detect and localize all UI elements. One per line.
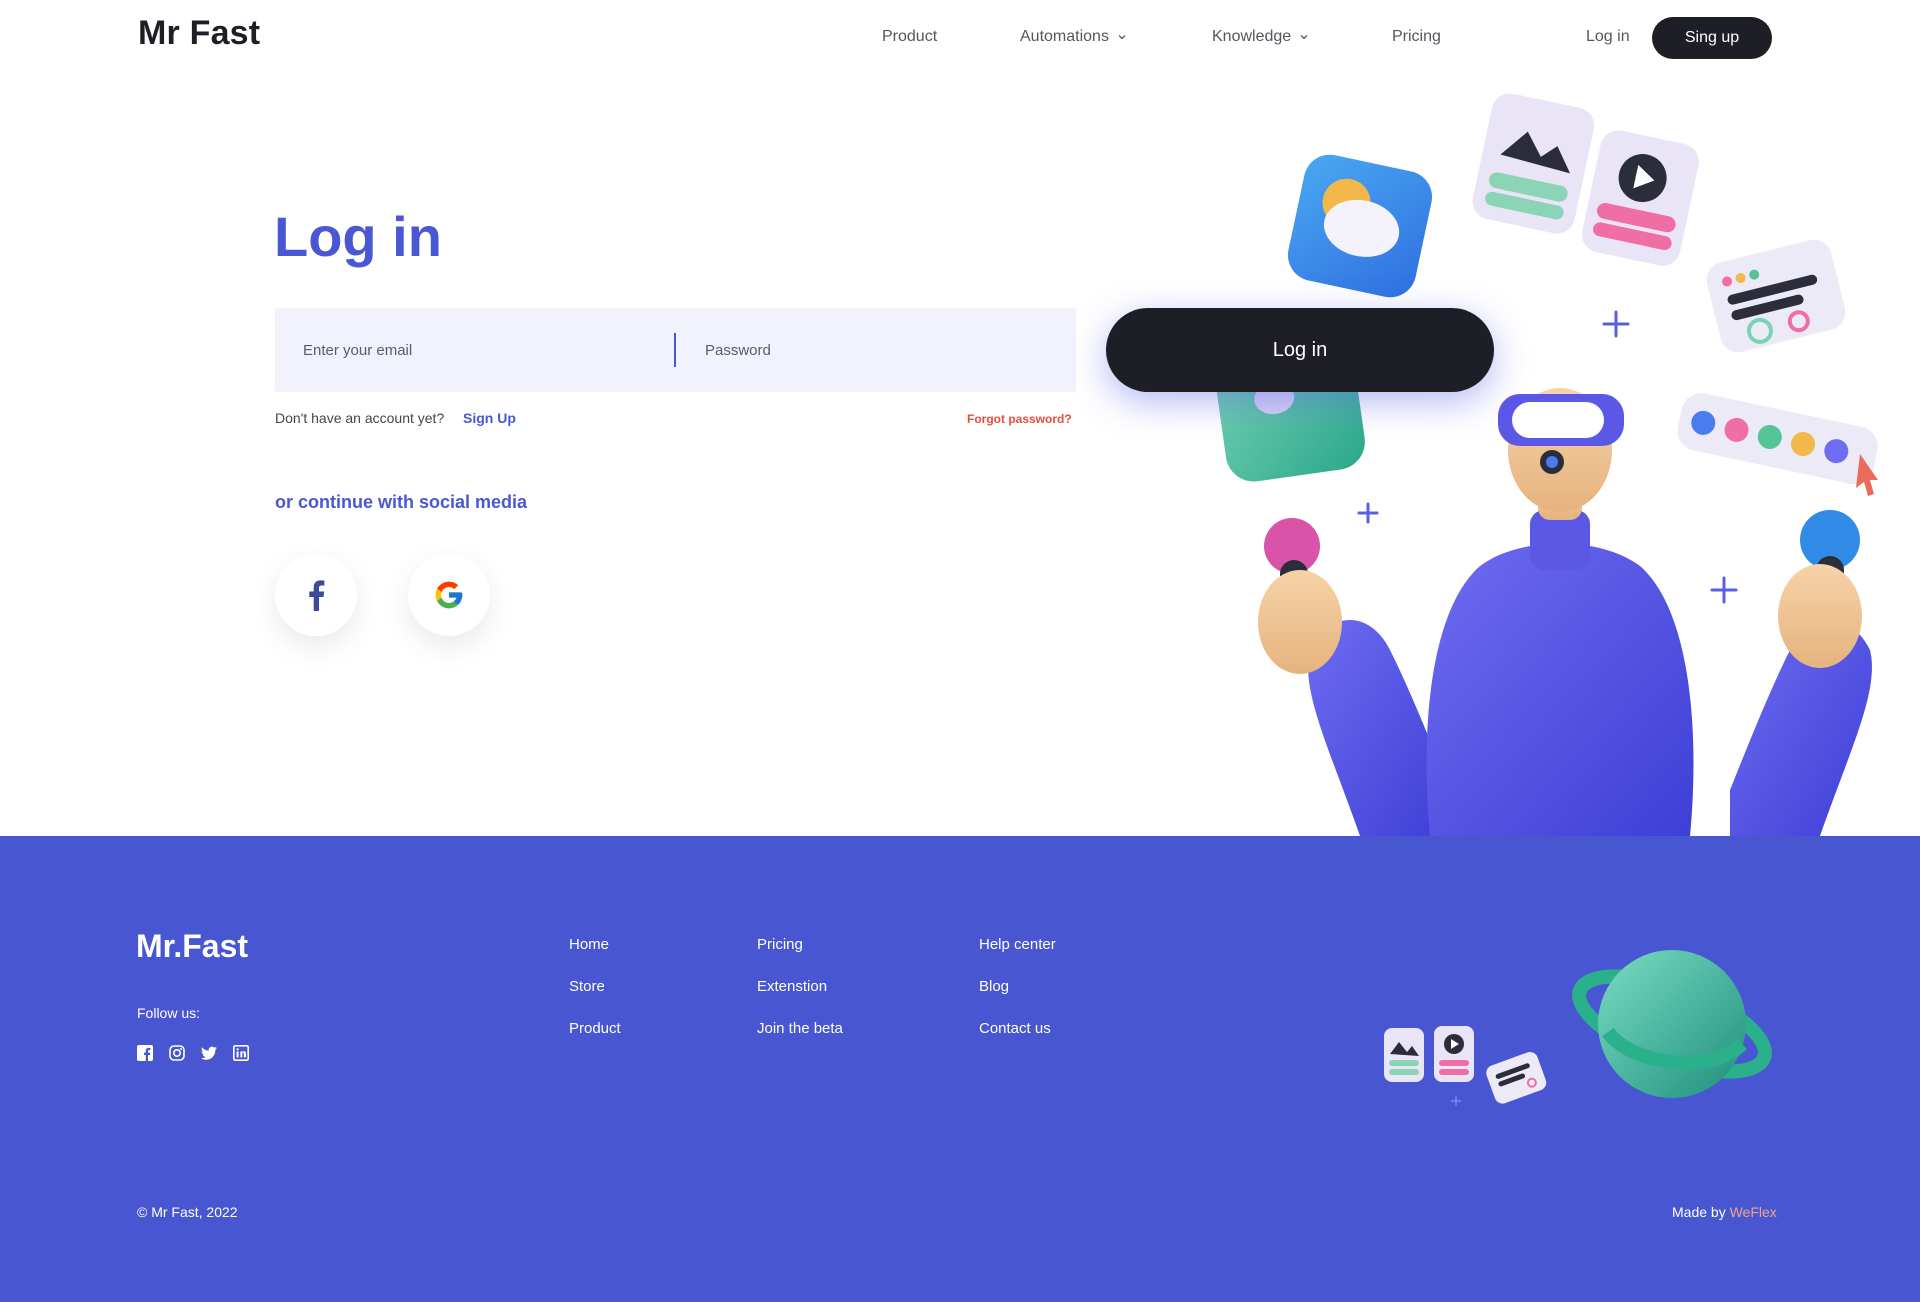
footer-link-home[interactable]: Home <box>569 936 609 953</box>
page-title: Log in <box>274 205 442 268</box>
nav-label: Pricing <box>1392 28 1441 45</box>
footer-link-blog[interactable]: Blog <box>979 978 1009 995</box>
play-card-icon <box>1434 1026 1474 1082</box>
follow-us-label: Follow us: <box>137 1005 201 1021</box>
weather-card-icon <box>1287 154 1433 298</box>
planet-icon <box>1572 950 1772 1098</box>
facebook-icon[interactable] <box>137 1045 153 1061</box>
email-input[interactable] <box>303 308 673 392</box>
footer-link-contact[interactable]: Contact us <box>979 1020 1051 1037</box>
footer-social-icons <box>137 1045 249 1061</box>
planet-illustration <box>1384 950 1772 1106</box>
color-palette-card-icon <box>1677 393 1878 485</box>
facebook-login-button[interactable] <box>275 554 357 636</box>
footer-link-extension[interactable]: Extenstion <box>757 978 827 995</box>
nav-item-knowledge[interactable]: Knowledge <box>1212 28 1309 46</box>
nav-item-automations[interactable]: Automations <box>1020 28 1127 46</box>
image-card-icon <box>1472 93 1595 234</box>
footer-logo[interactable]: Mr.Fast <box>136 928 248 965</box>
settings-card-icon <box>1706 239 1846 353</box>
image-card-icon <box>1384 1028 1424 1082</box>
google-icon <box>435 581 463 609</box>
settings-card-icon <box>1486 1052 1547 1104</box>
no-account-text: Don't have an account yet? <box>275 410 445 426</box>
made-by-credit: Made by WeFlex <box>1672 1204 1777 1220</box>
footer-link-help-center[interactable]: Help center <box>979 936 1056 953</box>
login-submit-button[interactable]: Log in <box>1106 308 1494 392</box>
site-logo[interactable]: Mr Fast <box>138 14 260 53</box>
login-form <box>275 308 1076 392</box>
site-header: Mr Fast Product Automations Knowledge Pr… <box>0 0 1920 76</box>
nav-label: Automations <box>1020 28 1109 45</box>
linkedin-icon[interactable] <box>233 1045 249 1061</box>
header-signup-button[interactable]: Sing up <box>1652 17 1772 59</box>
facebook-icon <box>309 580 325 611</box>
made-by-brand-link[interactable]: WeFlex <box>1730 1204 1777 1220</box>
site-footer: Mr.Fast Follow us: Home Store Product Pr… <box>0 836 1920 1302</box>
footer-link-product[interactable]: Product <box>569 1020 621 1037</box>
google-login-button[interactable] <box>408 554 490 636</box>
chevron-down-icon <box>1118 35 1126 40</box>
copyright-text: © Mr Fast, 2022 <box>137 1204 238 1220</box>
social-login-title: or continue with social media <box>275 492 528 512</box>
nav-item-product[interactable]: Product <box>882 28 937 46</box>
nav-item-pricing[interactable]: Pricing <box>1392 28 1441 46</box>
instagram-icon[interactable] <box>169 1045 185 1061</box>
play-card-icon <box>1581 130 1699 266</box>
vr-character-illustration <box>1215 93 1878 836</box>
header-login-link[interactable]: Log in <box>1586 28 1630 46</box>
twitter-icon[interactable] <box>201 1045 217 1061</box>
password-input[interactable] <box>705 308 1055 392</box>
input-divider <box>674 333 676 367</box>
footer-link-pricing[interactable]: Pricing <box>757 936 803 953</box>
footer-link-join-beta[interactable]: Join the beta <box>757 1020 843 1037</box>
made-by-label: Made by <box>1672 1204 1726 1220</box>
chevron-down-icon <box>1300 35 1308 40</box>
forgot-password-link[interactable]: Forgot password? <box>967 412 1072 426</box>
nav-label: Product <box>882 28 938 45</box>
nav-label: Knowledge <box>1212 28 1292 45</box>
footer-link-store[interactable]: Store <box>569 978 605 995</box>
signup-link[interactable]: Sign Up <box>463 410 516 426</box>
